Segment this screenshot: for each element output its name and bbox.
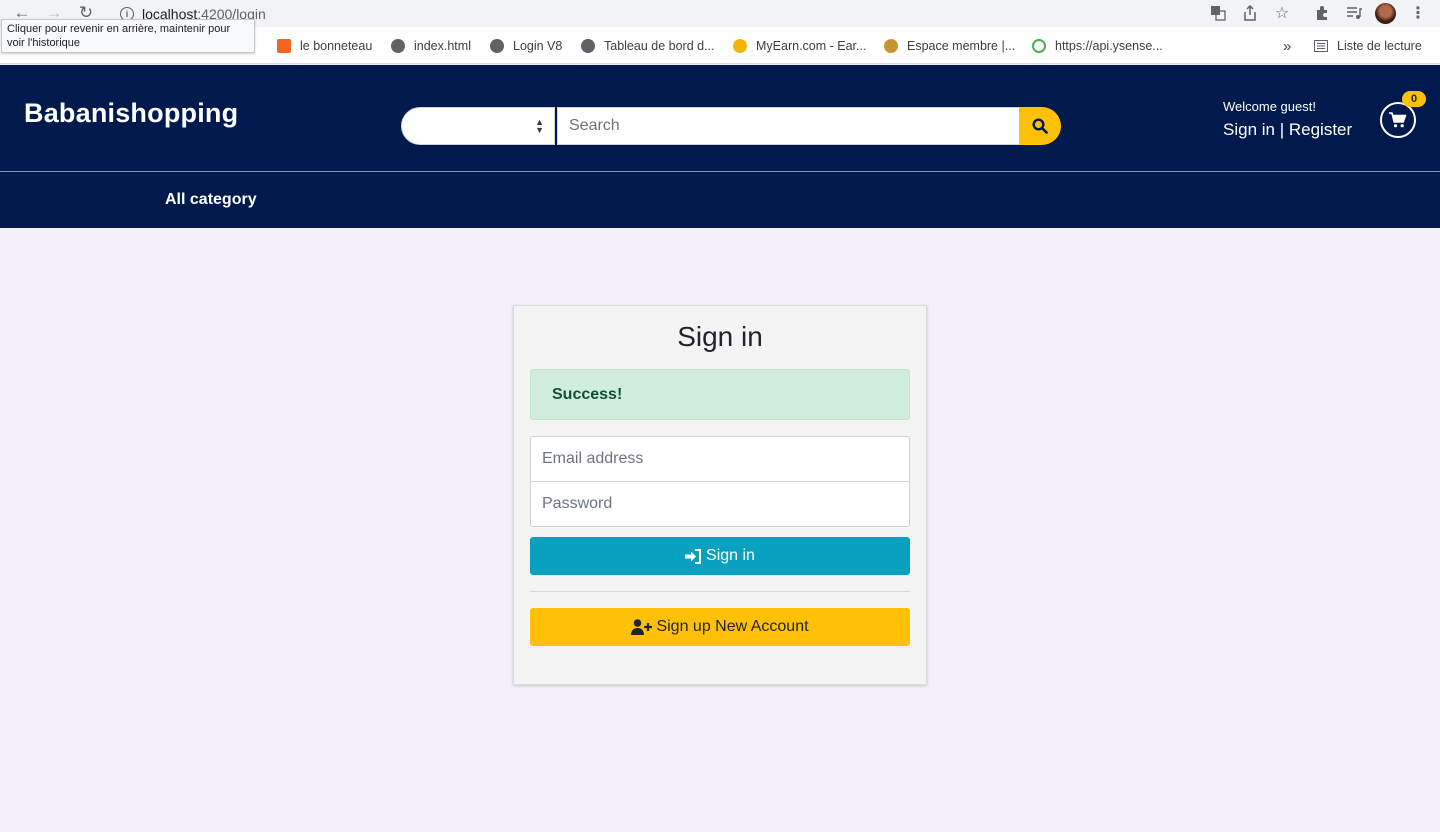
bookmark-label: https://api.ysense... [1055,39,1163,53]
cart-button[interactable] [1380,102,1416,138]
extensions-icon[interactable] [1313,4,1331,22]
bookmark-label: le bonneteau [300,39,373,53]
bookmarks-overflow-icon[interactable]: » [1283,37,1291,55]
reading-list-icon [1314,40,1328,52]
site-header: Babanishopping ▲▼ Welcome guest! Sign in… [0,65,1440,171]
bookmark-label: index.html [414,39,471,53]
page-title: Sign in [677,321,763,352]
sign-in-link[interactable]: Sign in [1223,120,1275,139]
sign-up-button[interactable]: Sign up New Account [530,608,910,646]
email-field[interactable] [530,436,910,482]
bookmark-espace-membre[interactable]: Espace membre |... [884,37,1015,55]
user-plus-icon [631,619,653,635]
search-input[interactable] [557,107,1020,145]
category-select[interactable]: ▲ ▼ [401,107,555,145]
auth-separator: | [1279,120,1285,139]
auth-links: Sign in | Register [1223,120,1352,140]
translate-icon[interactable] [1209,4,1227,22]
share-icon[interactable] [1241,4,1259,22]
cart-icon [1389,112,1407,128]
back-button-tooltip: Cliquer pour revenir en arrière, mainten… [1,19,255,53]
xampp-icon [277,39,291,53]
globe-icon [490,39,504,53]
bookmark-tableau-de-bord[interactable]: Tableau de bord d... [581,37,715,55]
bookmark-label: Espace membre |... [907,39,1016,53]
address-bar[interactable]: i localhost:4200/login [108,0,1298,27]
register-link[interactable]: Register [1289,120,1352,139]
globe-icon [581,39,595,53]
category-nav: All category [0,171,1440,228]
menu-kebab-icon[interactable]: ⋮ [1409,4,1427,22]
myearn-icon [733,39,747,53]
bookmark-label: Login V8 [513,39,563,53]
bookmark-login-v8[interactable]: Login V8 [490,37,562,55]
cart-count-badge: 0 [1402,91,1426,107]
bookmark-label: Tableau de bord d... [604,39,715,53]
globe-icon [391,39,405,53]
profile-avatar[interactable] [1375,3,1396,24]
success-alert: Success! [530,369,910,420]
sign-in-button-label: Sign in [706,547,755,564]
brand-logo[interactable]: Babanishopping [24,98,238,129]
search-icon [1032,118,1048,134]
bookmark-ysense[interactable]: https://api.ysense... [1032,37,1163,55]
ysense-icon [1032,39,1046,53]
sign-in-icon [685,548,702,564]
reading-list-button[interactable]: Liste de lecture [1314,37,1422,55]
password-field[interactable] [530,481,910,527]
sign-in-button[interactable]: Sign in [530,537,910,575]
divider [530,591,910,592]
bookmark-label: MyEarn.com - Ear... [756,39,867,53]
all-category-link[interactable]: All category [165,191,257,209]
espace-icon [884,39,898,53]
search-button[interactable] [1019,107,1061,145]
login-card: Sign in Success! Sign in Sign up New Acc… [513,305,927,685]
welcome-text: Welcome guest! [1223,99,1316,114]
sign-up-button-label: Sign up New Account [656,618,809,635]
select-arrows-icon: ▲ ▼ [535,117,544,135]
bookmark-index-html[interactable]: index.html [391,37,471,55]
bookmark-myearn[interactable]: MyEarn.com - Ear... [733,37,866,55]
bookmark-le-bonneteau[interactable]: le bonneteau [277,37,372,55]
star-icon[interactable]: ☆ [1273,4,1291,22]
media-control-icon[interactable] [1345,4,1363,22]
reading-list-label: Liste de lecture [1337,39,1422,53]
